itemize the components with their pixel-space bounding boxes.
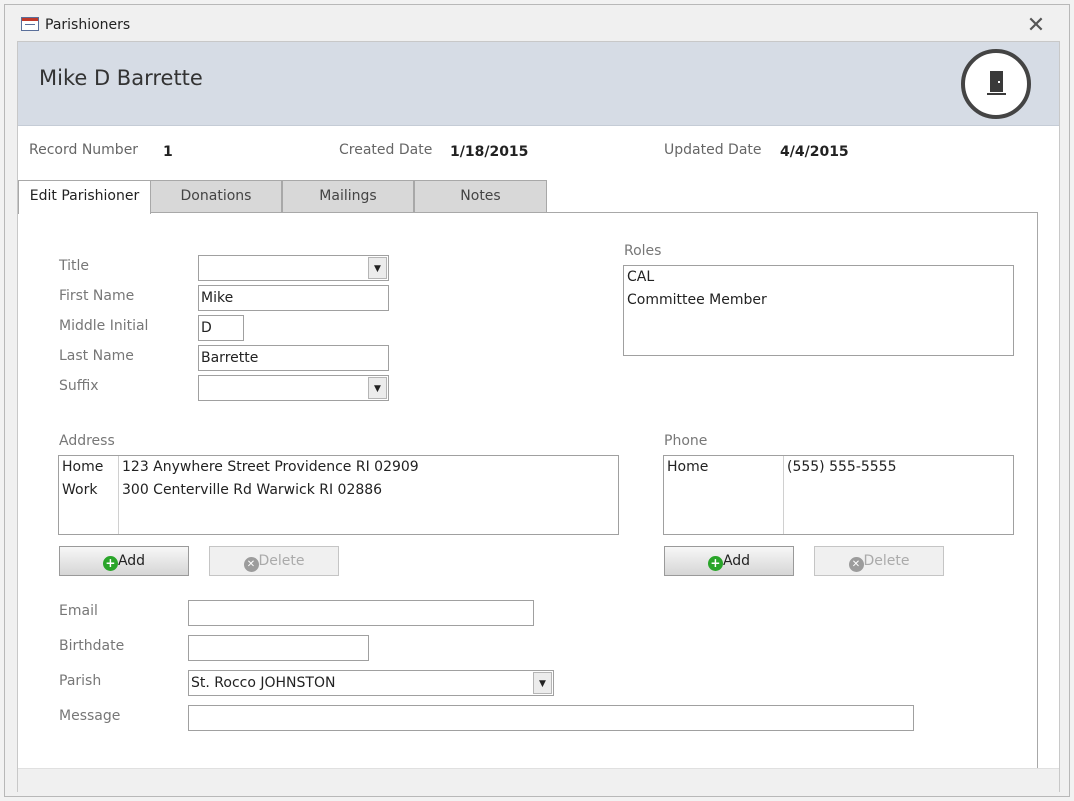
email-label: Email	[59, 603, 98, 619]
chevron-down-icon[interactable]: ▼	[368, 377, 387, 399]
close-icon[interactable]: ✕	[1023, 13, 1049, 39]
delete-address-button[interactable]: ✕ Delete	[209, 546, 339, 576]
delete-phone-button[interactable]: ✕ Delete	[814, 546, 944, 576]
parishioner-name-heading: Mike D Barrette	[39, 66, 203, 90]
window-title: Parishioners	[45, 17, 131, 33]
suffix-label: Suffix	[59, 378, 99, 394]
tab-mailings[interactable]: Mailings	[282, 180, 414, 213]
parish-label: Parish	[59, 673, 102, 689]
title-label: Title	[59, 258, 90, 274]
delete-phone-label: Delete	[863, 553, 910, 569]
middle-initial-label: Middle Initial	[59, 318, 149, 334]
address-row-type[interactable]: Work	[62, 482, 97, 498]
address-label: Address	[59, 433, 115, 449]
roles-listbox[interactable]: CAL Committee Member	[623, 265, 1014, 356]
parish-combo[interactable]: St. Rocco JOHNSTON ▼	[188, 670, 554, 696]
column-divider	[783, 456, 784, 534]
exit-door-icon	[990, 71, 1003, 92]
last-name-field[interactable]: Barrette	[198, 345, 389, 371]
record-number-label: Record Number	[29, 142, 139, 158]
phone-label: Phone	[664, 433, 708, 449]
delete-address-label: Delete	[258, 553, 305, 569]
first-name-field[interactable]: Mike	[198, 285, 389, 311]
address-listbox[interactable]: Home 123 Anywhere Street Providence RI 0…	[58, 455, 619, 535]
created-date-label: Created Date	[339, 142, 433, 158]
add-address-label: Add	[117, 553, 146, 569]
phone-row-type[interactable]: Home	[667, 459, 708, 475]
updated-date-value: 4/4/2015	[780, 144, 849, 160]
tab-notes[interactable]: Notes	[414, 180, 547, 213]
parishioners-window: Parishioners ✕ Mike D Barrette Record Nu…	[4, 4, 1070, 797]
middle-initial-field[interactable]: D	[198, 315, 244, 341]
column-divider	[118, 456, 119, 534]
email-field[interactable]	[188, 600, 534, 626]
list-item[interactable]: Committee Member	[627, 292, 767, 308]
updated-date-label: Updated Date	[664, 142, 762, 158]
parishioner-form: Mike D Barrette Record Number 1 Created …	[17, 41, 1060, 792]
form-icon	[21, 17, 39, 31]
title-combo[interactable]: ▼	[198, 255, 389, 281]
list-item[interactable]: CAL	[627, 269, 654, 285]
message-label: Message	[59, 708, 121, 724]
last-name-label: Last Name	[59, 348, 134, 364]
add-phone-button[interactable]: + Add	[664, 546, 794, 576]
form-footer	[18, 768, 1059, 792]
exit-door-floor	[987, 93, 1006, 95]
tab-donations[interactable]: Donations	[150, 180, 282, 213]
x-circle-icon: ✕	[243, 557, 259, 572]
form-header: Mike D Barrette	[18, 42, 1059, 126]
address-row-type[interactable]: Home	[62, 459, 103, 475]
chevron-down-icon[interactable]: ▼	[533, 672, 552, 694]
roles-label: Roles	[624, 243, 662, 259]
add-address-button[interactable]: + Add	[59, 546, 189, 576]
exit-button[interactable]	[961, 49, 1031, 119]
first-name-label: First Name	[59, 288, 135, 304]
phone-row-value[interactable]: (555) 555-5555	[787, 459, 897, 475]
address-row-value[interactable]: 300 Centerville Rd Warwick RI 02886	[122, 482, 382, 498]
message-field[interactable]	[188, 705, 914, 731]
chevron-down-icon[interactable]: ▼	[368, 257, 387, 279]
title-bar: Parishioners ✕	[5, 5, 1069, 41]
created-date-value: 1/18/2015	[450, 144, 529, 160]
add-phone-label: Add	[722, 553, 751, 569]
phone-listbox[interactable]: Home (555) 555-5555	[663, 455, 1014, 535]
address-row-value[interactable]: 123 Anywhere Street Providence RI 02909	[122, 459, 419, 475]
plus-circle-icon: +	[707, 556, 723, 571]
suffix-combo[interactable]: ▼	[198, 375, 389, 401]
tab-edit-parishioner[interactable]: Edit Parishioner	[18, 180, 151, 214]
parish-combo-value: St. Rocco JOHNSTON	[191, 675, 336, 691]
x-circle-icon: ✕	[848, 557, 864, 572]
birthdate-field[interactable]	[188, 635, 369, 661]
record-number-value: 1	[163, 144, 173, 160]
birthdate-label: Birthdate	[59, 638, 125, 654]
plus-circle-icon: +	[102, 556, 118, 571]
